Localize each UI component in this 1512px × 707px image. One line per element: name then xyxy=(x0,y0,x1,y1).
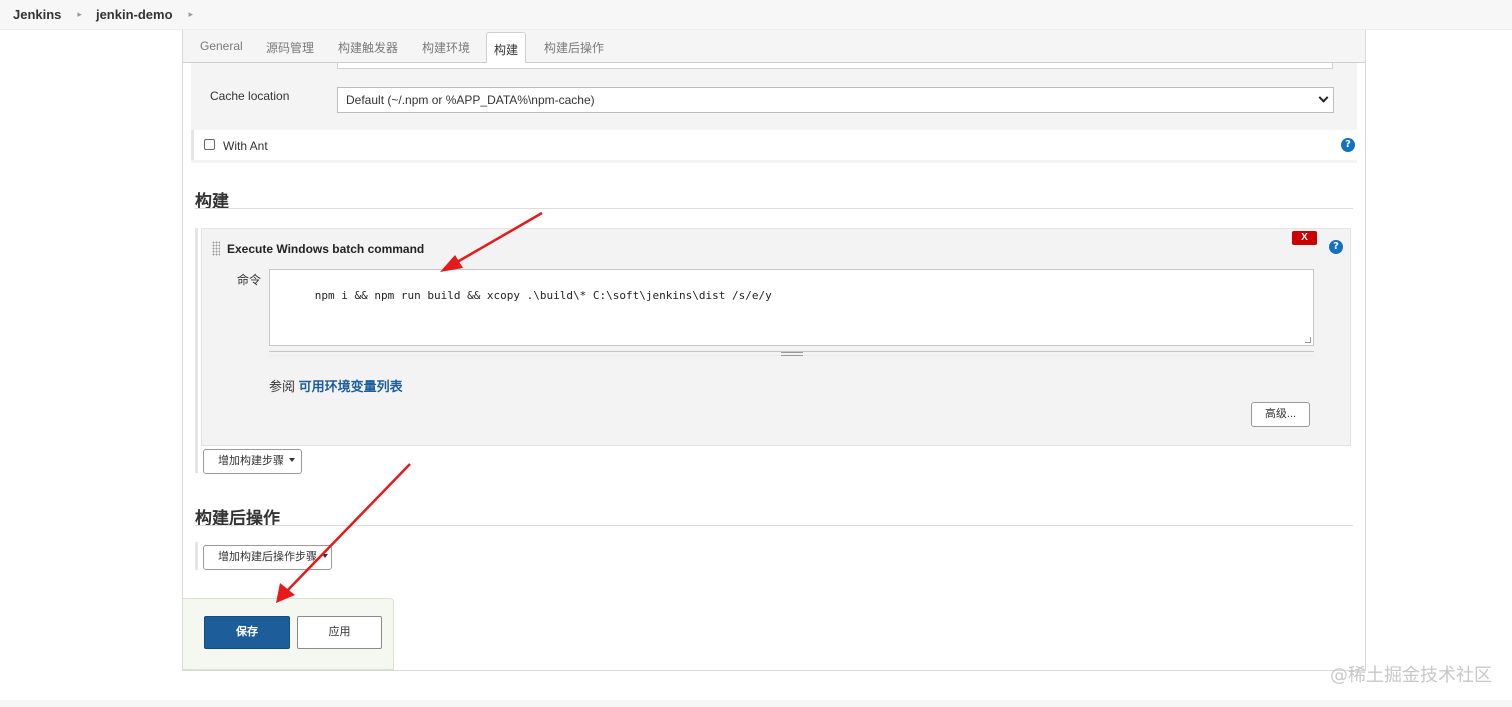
breadcrumb: Jenkins ▸ jenkin-demo ▸ xyxy=(0,0,1512,30)
textarea-expand-grip[interactable] xyxy=(269,351,1314,356)
divider xyxy=(195,525,1353,526)
previous-input-field[interactable] xyxy=(337,63,1333,69)
config-tab-bar: General 源码管理 构建触发器 构建环境 构建 构建后操作 xyxy=(183,30,1365,64)
command-label: 命令 xyxy=(237,273,262,287)
command-text: npm i && npm run build && xcopy .\build\… xyxy=(314,289,772,302)
command-textarea[interactable]: npm i && npm run build && xcopy .\build\… xyxy=(269,269,1314,346)
with-ant-label: With Ant xyxy=(223,139,268,153)
help-icon[interactable]: ? xyxy=(1329,240,1343,254)
breadcrumb-jenkins[interactable]: Jenkins xyxy=(13,7,61,22)
divider xyxy=(195,208,1353,209)
watermark-text: @稀土掘金技术社区 xyxy=(1330,665,1492,686)
add-post-build-step-button[interactable]: 增加构建后操作步骤 xyxy=(203,545,332,570)
with-ant-checkbox[interactable] xyxy=(204,139,215,150)
chevron-down-icon xyxy=(1318,92,1329,103)
env-vars-link[interactable]: 可用环境变量列表 xyxy=(299,379,403,394)
tab-post-build[interactable]: 构建后操作 xyxy=(544,39,604,56)
chevron-right-icon[interactable]: ▸ xyxy=(189,9,194,20)
drag-handle-icon[interactable] xyxy=(212,241,220,256)
caret-down-icon xyxy=(289,458,295,462)
add-build-step-label: 增加构建步骤 xyxy=(218,455,284,467)
resize-handle-icon[interactable] xyxy=(1305,337,1311,343)
cache-location-label: Cache location xyxy=(210,89,290,103)
section-stripe xyxy=(195,542,198,570)
advanced-button[interactable]: 高级... xyxy=(1251,402,1310,427)
add-post-build-step-label: 增加构建后操作步骤 xyxy=(218,551,317,563)
job-config-panel: General 源码管理 构建触发器 构建环境 构建 构建后操作 Cache l… xyxy=(182,30,1366,671)
tab-build-env[interactable]: 构建环境 xyxy=(422,39,470,56)
with-ant-row: With Ant xyxy=(191,130,1357,160)
build-step-batch-command: Execute Windows batch command X 命令 npm i… xyxy=(201,228,1351,446)
save-button[interactable]: 保存 xyxy=(204,616,290,649)
tab-scm[interactable]: 源码管理 xyxy=(266,39,314,56)
grip-icon xyxy=(781,352,803,356)
section-stripe xyxy=(195,228,198,473)
tab-general[interactable]: General xyxy=(200,39,243,53)
env-vars-hint: 参阅 可用环境变量列表 xyxy=(269,376,403,395)
cache-location-select[interactable]: Default (~/.npm or %APP_DATA%\npm-cache) xyxy=(337,87,1334,113)
cache-location-value: Default (~/.npm or %APP_DATA%\npm-cache) xyxy=(346,93,595,107)
build-step-title: Execute Windows batch command xyxy=(227,242,425,256)
breadcrumb-job[interactable]: jenkin-demo xyxy=(96,7,173,22)
tab-build[interactable]: 构建 xyxy=(486,32,527,64)
add-build-step-button[interactable]: 增加构建步骤 xyxy=(203,449,302,474)
tab-triggers[interactable]: 构建触发器 xyxy=(338,39,398,56)
help-icon[interactable]: ? xyxy=(1341,138,1355,152)
apply-button[interactable]: 应用 xyxy=(297,616,382,649)
chevron-right-icon[interactable]: ▸ xyxy=(77,9,82,20)
env-vars-prefix: 参阅 xyxy=(269,379,296,394)
caret-down-icon xyxy=(322,554,328,558)
delete-step-button[interactable]: X xyxy=(1292,231,1317,245)
bottom-strip xyxy=(0,700,1512,707)
form-actions-bar: 保存 应用 xyxy=(183,598,394,670)
